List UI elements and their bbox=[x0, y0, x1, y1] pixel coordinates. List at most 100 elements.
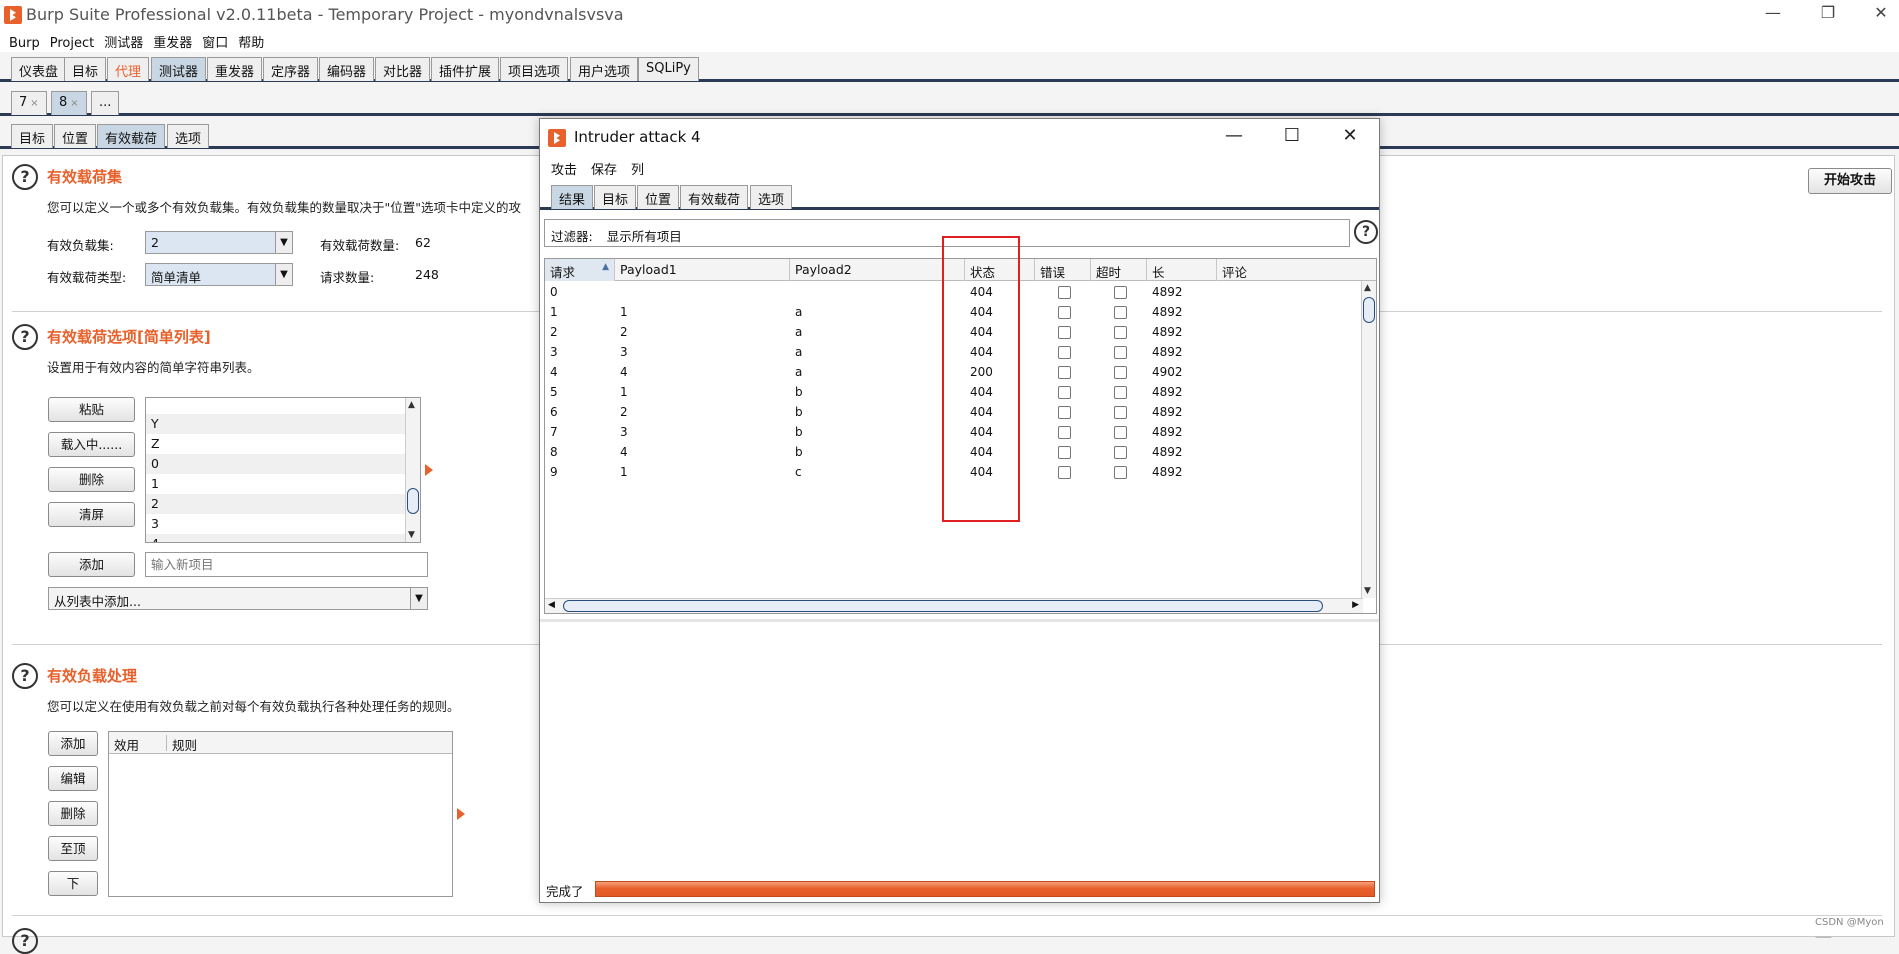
subtab-payloads[interactable]: 有效载荷 bbox=[97, 124, 166, 148]
tab-dashboard[interactable]: 仪表盘 bbox=[11, 57, 67, 81]
column-header-payload2[interactable]: Payload2 bbox=[790, 259, 965, 281]
results-horizontal-scrollbar[interactable]: ◀ ▶ bbox=[545, 598, 1363, 613]
results-vertical-scrollbar[interactable]: ▲ ▼ bbox=[1361, 281, 1376, 598]
list-item[interactable] bbox=[146, 398, 406, 414]
timeout-checkbox[interactable] bbox=[1114, 406, 1127, 419]
tab-proxy[interactable]: 代理 bbox=[107, 57, 150, 81]
paste-button[interactable]: 粘贴 bbox=[48, 397, 135, 422]
menu-project[interactable]: Project bbox=[44, 34, 98, 51]
error-checkbox[interactable] bbox=[1058, 346, 1071, 359]
timeout-checkbox[interactable] bbox=[1114, 326, 1127, 339]
error-checkbox[interactable] bbox=[1058, 406, 1071, 419]
split-divider[interactable] bbox=[540, 619, 1379, 622]
tab-repeater[interactable]: 重发器 bbox=[207, 57, 263, 81]
timeout-checkbox[interactable] bbox=[1114, 306, 1127, 319]
rule-add-button[interactable]: 添加 bbox=[48, 731, 98, 756]
scrollbar-thumb[interactable] bbox=[407, 488, 419, 514]
list-item[interactable]: 3 bbox=[146, 514, 406, 534]
scroll-up-icon[interactable]: ▲ bbox=[408, 400, 415, 410]
tab-project-options[interactable]: 项目选项 bbox=[500, 57, 569, 81]
column-header-comment[interactable]: 评论 bbox=[1217, 259, 1367, 281]
scroll-up-icon[interactable]: ▲ bbox=[1364, 283, 1371, 293]
tab-sqlipy[interactable]: SQLiPy bbox=[638, 57, 699, 81]
list-item[interactable]: 4 bbox=[146, 534, 406, 542]
column-header-payload1[interactable]: Payload1 bbox=[615, 259, 790, 281]
scroll-right-icon[interactable]: ▶ bbox=[1352, 600, 1359, 610]
menu-intruder[interactable]: 测试器 bbox=[98, 30, 147, 51]
list-item[interactable]: 2 bbox=[146, 494, 406, 514]
attack-menu-attack[interactable]: 攻击 bbox=[540, 157, 580, 178]
instance-tab-7[interactable]: 7 × bbox=[11, 91, 47, 115]
remove-button[interactable]: 删除 bbox=[48, 467, 135, 492]
list-item[interactable]: Y bbox=[146, 414, 406, 434]
subtab-target[interactable]: 目标 bbox=[11, 124, 54, 148]
help-icon[interactable]: ? bbox=[12, 663, 38, 689]
subtab-positions[interactable]: 位置 bbox=[54, 124, 97, 148]
clear-button[interactable]: 清屏 bbox=[48, 502, 135, 527]
tab-sequencer[interactable]: 定序器 bbox=[263, 57, 319, 81]
error-checkbox[interactable] bbox=[1058, 286, 1071, 299]
rule-edit-button[interactable]: 编辑 bbox=[48, 766, 98, 791]
payload-type-select[interactable]: 简单清单 ▼ bbox=[145, 263, 293, 286]
instance-tab-more[interactable]: ... bbox=[91, 91, 120, 115]
help-icon[interactable]: ? bbox=[1354, 220, 1378, 244]
new-item-input[interactable] bbox=[145, 552, 428, 577]
error-checkbox[interactable] bbox=[1058, 386, 1071, 399]
error-checkbox[interactable] bbox=[1058, 466, 1071, 479]
attack-tab-results[interactable]: 结果 bbox=[551, 185, 594, 209]
timeout-checkbox[interactable] bbox=[1114, 426, 1127, 439]
error-checkbox[interactable] bbox=[1058, 326, 1071, 339]
rule-down-button[interactable]: 下 bbox=[48, 871, 98, 896]
minimize-button[interactable]: — bbox=[1758, 3, 1788, 22]
rule-remove-button[interactable]: 删除 bbox=[48, 801, 98, 826]
tab-extender[interactable]: 插件扩展 bbox=[431, 57, 500, 81]
tab-intruder[interactable]: 测试器 bbox=[151, 57, 207, 81]
instance-tab-8[interactable]: 8 × bbox=[51, 91, 87, 115]
attack-menu-save[interactable]: 保存 bbox=[580, 157, 620, 178]
close-tab-icon[interactable]: × bbox=[30, 98, 38, 109]
column-header-enabled[interactable]: 效用 bbox=[114, 735, 139, 754]
timeout-checkbox[interactable] bbox=[1114, 446, 1127, 459]
menu-burp[interactable]: Burp bbox=[0, 34, 44, 51]
attack-tab-options[interactable]: 选项 bbox=[750, 185, 793, 209]
column-header-error[interactable]: 错误 bbox=[1035, 259, 1091, 281]
expand-arrow-icon[interactable] bbox=[457, 808, 465, 820]
timeout-checkbox[interactable] bbox=[1114, 346, 1127, 359]
attack-minimize-button[interactable]: — bbox=[1220, 125, 1248, 146]
timeout-checkbox[interactable] bbox=[1114, 286, 1127, 299]
attack-menu-columns[interactable]: 列 bbox=[620, 157, 647, 178]
scroll-down-icon[interactable]: ▼ bbox=[408, 530, 415, 540]
list-item[interactable]: 1 bbox=[146, 474, 406, 494]
attack-maximize-button[interactable]: ☐ bbox=[1278, 125, 1306, 146]
processing-rules-table[interactable]: 效用 规则 bbox=[108, 731, 453, 897]
menu-window[interactable]: 窗口 bbox=[196, 30, 232, 51]
help-icon[interactable]: ? bbox=[12, 324, 38, 350]
column-header-rule[interactable]: 规则 bbox=[166, 735, 197, 753]
close-button[interactable]: ✕ bbox=[1866, 3, 1896, 22]
list-item[interactable]: Z bbox=[146, 434, 406, 454]
timeout-checkbox[interactable] bbox=[1114, 366, 1127, 379]
column-header-timeout[interactable]: 超时 bbox=[1091, 259, 1147, 281]
add-from-list-select[interactable]: 从列表中添加... ▼ bbox=[48, 587, 428, 610]
restore-button[interactable]: ❐ bbox=[1813, 3, 1843, 22]
scroll-down-icon[interactable]: ▼ bbox=[1364, 586, 1371, 596]
tab-target[interactable]: 目标 bbox=[64, 57, 107, 81]
timeout-checkbox[interactable] bbox=[1114, 466, 1127, 479]
menu-repeater[interactable]: 重发器 bbox=[147, 30, 196, 51]
list-scrollbar[interactable]: ▲ ▼ bbox=[405, 398, 420, 542]
help-icon[interactable]: ? bbox=[12, 164, 38, 190]
tab-encoder[interactable]: 编码器 bbox=[319, 57, 375, 81]
attack-tab-target[interactable]: 目标 bbox=[594, 185, 637, 209]
attack-tab-payloads[interactable]: 有效载荷 bbox=[680, 185, 749, 209]
attack-tab-positions[interactable]: 位置 bbox=[637, 185, 680, 209]
scroll-left-icon[interactable]: ◀ bbox=[548, 600, 555, 610]
close-tab-icon[interactable]: × bbox=[70, 98, 78, 109]
error-checkbox[interactable] bbox=[1058, 446, 1071, 459]
tab-comparer[interactable]: 对比器 bbox=[375, 57, 431, 81]
rule-up-button[interactable]: 至顶 bbox=[48, 836, 98, 861]
error-checkbox[interactable] bbox=[1058, 306, 1071, 319]
tab-user-options[interactable]: 用户选项 bbox=[570, 57, 639, 81]
attack-close-button[interactable]: ✕ bbox=[1336, 125, 1364, 146]
add-button[interactable]: 添加 bbox=[48, 552, 135, 577]
help-icon[interactable]: ? bbox=[12, 928, 38, 954]
